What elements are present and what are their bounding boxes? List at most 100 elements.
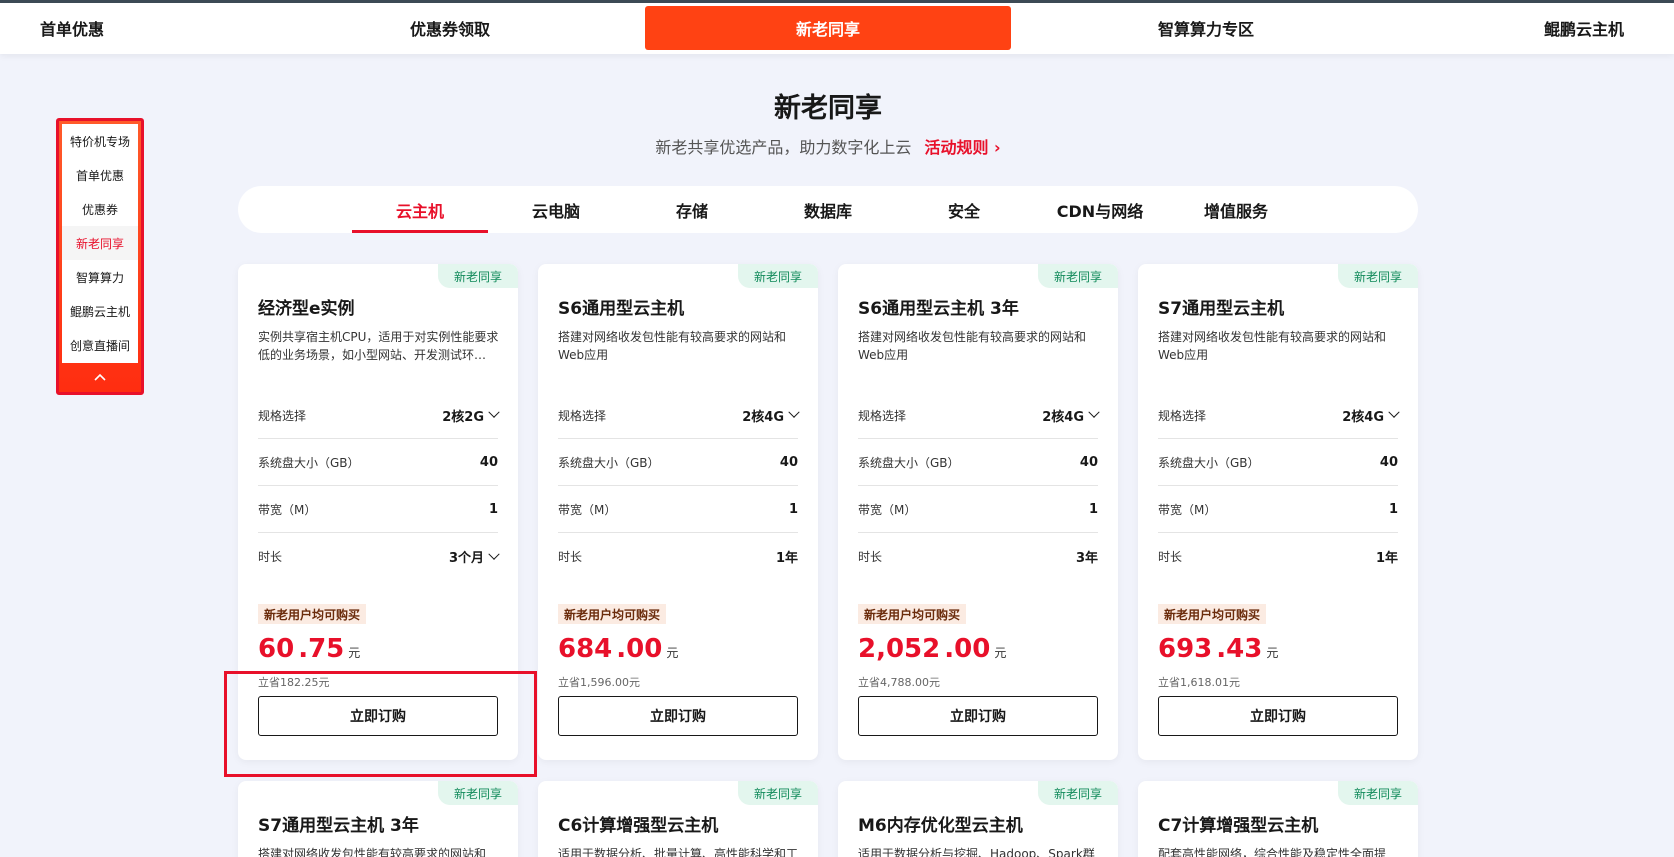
tab-cdn-network[interactable]: CDN与网络 (1032, 186, 1168, 233)
card-title: C7计算增强型云主机 (1158, 816, 1319, 836)
currency-unit: 元 (348, 646, 361, 660)
currency-unit: 元 (1266, 646, 1279, 660)
side-menu-item[interactable]: 智算算力 (62, 260, 138, 294)
side-menu-collapse-button[interactable] (59, 362, 141, 392)
spec-row[interactable]: 规格选择 2核2G (258, 392, 500, 439)
spec-row[interactable]: 规格选择 2核4G (858, 392, 1100, 439)
price-integer: 2,052 (858, 634, 941, 664)
disk-label: 系统盘大小（GB） (858, 455, 960, 470)
card-description: 搭建对网络收发包性能有较高要求的网站和Web应用 (1158, 330, 1387, 362)
tab-security[interactable]: 安全 (896, 186, 1032, 233)
side-float-menu: 特价机专场 首单优惠 优惠券 新老同享 智算算力 鲲鹏云主机 创意直播间 (56, 118, 144, 395)
duration-row[interactable]: 时长 3个月 (258, 533, 500, 580)
product-card: 新老同享 S6通用型云主机 3年 搭建对网络收发包性能有较高要求的网站和Web应… (838, 264, 1118, 760)
order-now-button[interactable]: 立即订购 (858, 696, 1098, 736)
card-title: C6计算增强型云主机 (558, 816, 719, 836)
spec-select[interactable]: 2核4G (1342, 406, 1400, 425)
promo-tag: 新老同享 (1338, 264, 1418, 288)
side-menu-item[interactable]: 优惠券 (62, 192, 138, 226)
disk-row: 系统盘大小（GB） 40 (1158, 439, 1398, 486)
tab-database[interactable]: 数据库 (760, 186, 896, 233)
side-menu-item[interactable]: 创意直播间 (62, 328, 138, 362)
bandwidth-row: 带宽（M） 1 (858, 486, 1098, 533)
spec-select[interactable]: 2核4G (1042, 406, 1100, 425)
bandwidth-value: 1 (488, 501, 498, 517)
disk-value: 40 (1079, 454, 1098, 470)
nav-item-ai-compute[interactable]: 智算算力专区 (1110, 6, 1302, 50)
price-integer: 60 (258, 634, 295, 664)
subtitle-text: 新老共享优选产品，助力数字化上云 (655, 138, 912, 157)
side-menu-item[interactable]: 特价机专场 (62, 124, 138, 158)
spec-value: 2核4G (1342, 409, 1384, 425)
duration-select[interactable]: 3个月 (449, 547, 500, 566)
spec-select[interactable]: 2核4G (742, 406, 800, 425)
chevron-down-icon (488, 548, 500, 560)
spec-label: 规格选择 (558, 408, 607, 423)
rules-link[interactable]: 活动规则 › (924, 138, 1000, 157)
currency-unit: 元 (666, 646, 679, 660)
tab-value-added[interactable]: 增值服务 (1168, 186, 1304, 233)
duration-value: 1年 (775, 551, 798, 566)
order-now-button[interactable]: 立即订购 (258, 696, 498, 736)
duration-label: 时长 (558, 550, 583, 564)
tab-cloud-pc[interactable]: 云电脑 (488, 186, 624, 233)
price: 60.75 元 (258, 634, 360, 664)
disk-row: 系统盘大小（GB） 40 (858, 439, 1098, 486)
nav-item-kunpeng[interactable]: 鲲鹏云主机 (1494, 6, 1674, 50)
price-integer: 684 (558, 634, 613, 664)
promo-tag: 新老同享 (438, 264, 518, 288)
tab-storage[interactable]: 存储 (624, 186, 760, 233)
nav-item-first-order[interactable]: 首单优惠 (0, 6, 144, 50)
eligibility-badge: 新老用户均可购买 (1158, 604, 1267, 624)
duration-value: 1年 (1375, 551, 1398, 566)
side-menu-item[interactable]: 首单优惠 (62, 158, 138, 192)
disk-row: 系统盘大小（GB） 40 (258, 439, 498, 486)
savings-text: 立省4,788.00元 (858, 676, 940, 689)
section-subtitle: 新老共享优选产品，助力数字化上云 活动规则 › (238, 134, 1418, 158)
bandwidth-value: 1 (788, 501, 798, 517)
eligibility-badge: 新老用户均可购买 (858, 604, 967, 624)
promo-tag: 新老同享 (438, 781, 518, 805)
duration-row: 时长 3年 (858, 533, 1098, 580)
duration-label: 时长 (858, 550, 883, 564)
price-decimal: .00 (616, 634, 663, 664)
card-title: M6内存优化型云主机 (858, 816, 1023, 836)
order-now-button[interactable]: 立即订购 (558, 696, 798, 736)
chevron-up-icon (94, 373, 106, 381)
bandwidth-row: 带宽（M） 1 (258, 486, 498, 533)
duration-label: 时长 (258, 550, 283, 564)
card-description: 实例共享宿主机CPU，适用于对实例性能要求低的业务场景，如小型网站、开发测试环… (258, 330, 499, 362)
spec-row[interactable]: 规格选择 2核4G (1158, 392, 1400, 439)
order-now-button[interactable]: 立即订购 (1158, 696, 1398, 736)
nav-item-shared[interactable]: 新老同享 (645, 6, 1011, 50)
currency-unit: 元 (994, 646, 1007, 660)
side-menu-item-active[interactable]: 新老同享 (62, 226, 138, 260)
promo-tag: 新老同享 (738, 264, 818, 288)
spec-row[interactable]: 规格选择 2核4G (558, 392, 800, 439)
promo-tag: 新老同享 (1038, 781, 1118, 805)
spec-select[interactable]: 2核2G (442, 406, 500, 425)
bandwidth-row: 带宽（M） 1 (558, 486, 798, 533)
card-description: 搭建对网络收发包性能有较高要求的网站和Web应用 (858, 330, 1087, 362)
chevron-down-icon (788, 406, 800, 418)
card-description: 适用于数据分析与挖掘、Hadoop、Spark群 (858, 847, 1095, 857)
price-decimal: .00 (944, 634, 991, 664)
side-menu-item[interactable]: 鲲鹏云主机 (62, 294, 138, 328)
card-title: 经济型e实例 (258, 299, 355, 319)
card-description: 搭建对网络收发包性能有较高要求的网站和 (258, 847, 487, 857)
disk-label: 系统盘大小（GB） (558, 455, 660, 470)
spec-value: 2核4G (742, 409, 784, 425)
spec-label: 规格选择 (258, 408, 307, 423)
spec-label: 规格选择 (1158, 408, 1207, 423)
side-menu-list: 特价机专场 首单优惠 优惠券 新老同享 智算算力 鲲鹏云主机 创意直播间 (62, 124, 138, 363)
savings-text: 立省1,618.01元 (1158, 676, 1240, 689)
eligibility-badge: 新老用户均可购买 (258, 604, 367, 624)
product-card: 新老同享 C7计算增强型云主机 配套高性能网络，综合性能及稳定性全面提 (1138, 781, 1418, 857)
nav-item-coupons[interactable]: 优惠券领取 (354, 6, 546, 50)
duration-value: 3年 (1075, 551, 1098, 566)
card-title: S6通用型云主机 3年 (858, 299, 1019, 319)
bandwidth-label: 带宽（M） (258, 502, 317, 517)
product-card: 新老同享 经济型e实例 实例共享宿主机CPU，适用于对实例性能要求低的业务场景，… (238, 264, 518, 760)
price: 2,052.00 元 (858, 634, 1006, 664)
tab-cloud-host[interactable]: 云主机 (352, 186, 488, 233)
